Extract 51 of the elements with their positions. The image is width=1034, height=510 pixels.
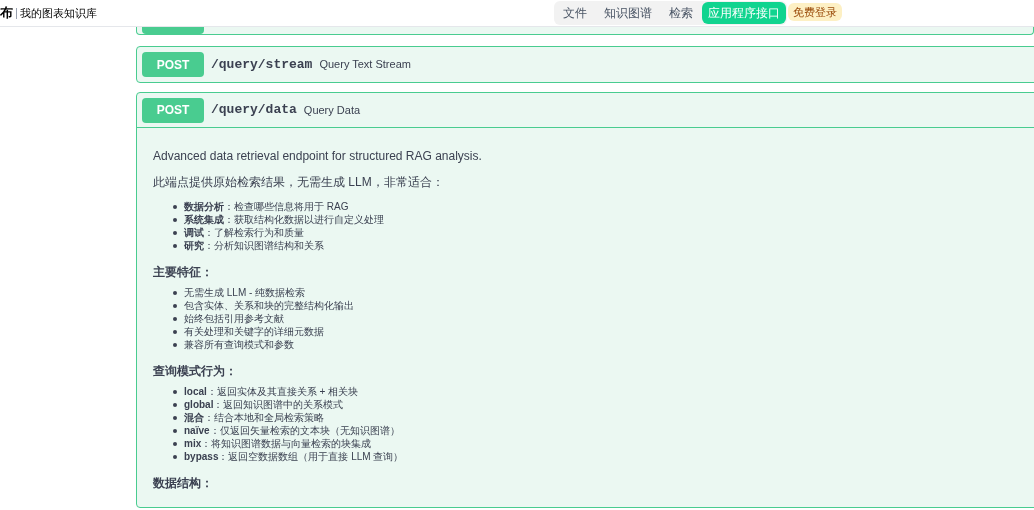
list-item-text: 包含实体、关系和块的完整结构化输出 bbox=[184, 299, 354, 312]
list-item-text: mix：将知识图谱数据与向量检索的块集成 bbox=[184, 437, 372, 450]
description-text: Advanced data retrieval endpoint for structured RAG analysis. bbox=[153, 148, 483, 164]
endpoint-summary: Query Data bbox=[303, 102, 361, 118]
bullet-icon bbox=[173, 454, 177, 459]
list-item-text: 数据分析：检查哪些信息将用于 RAG bbox=[184, 200, 349, 213]
list-item-text: 研究：分析知识图谱结构和关系 bbox=[184, 239, 324, 252]
list-item-text: 混合：结合本地和全局检索策略 bbox=[184, 411, 324, 424]
method-badge: POST bbox=[142, 97, 204, 123]
section-heading: 主要特征： bbox=[153, 264, 214, 280]
list-item-text: 兼容所有查询模式和参数 bbox=[184, 338, 294, 351]
bullet-icon bbox=[173, 415, 177, 420]
nav-tab[interactable]: 检索 bbox=[661, 2, 701, 24]
nav-tab[interactable]: 文件 bbox=[555, 2, 595, 24]
bullet-icon bbox=[173, 389, 177, 394]
section-heading: 数据结构： bbox=[153, 475, 214, 491]
list-item-text: bypass：返回空数据数组（用于直接 LLM 查询） bbox=[184, 450, 404, 463]
bullet-icon bbox=[173, 290, 177, 295]
list-item-text: 系统集成：获取结构化数据以进行自定义处理 bbox=[184, 213, 384, 226]
endpoint-path: /query/data bbox=[211, 101, 297, 120]
list-item-text: 始终包括引用参考文献 bbox=[184, 312, 284, 325]
endpoint-summary: Query Text Stream bbox=[319, 57, 411, 73]
endpoint-path: /query/stream bbox=[211, 55, 313, 74]
bullet-icon bbox=[173, 217, 177, 222]
app-logo[interactable]: 布 bbox=[0, 3, 13, 23]
nav-tab[interactable]: 知识图谱 bbox=[596, 2, 660, 24]
description-text: 此端点提供原始检索结果，无需生成 LLM，非常适合： bbox=[153, 174, 445, 190]
list-item-text: 无需生成 LLM - 纯数据检索 bbox=[184, 286, 306, 299]
workspace-name: 我的图表知识库 bbox=[20, 5, 97, 21]
bullet-icon bbox=[173, 402, 177, 407]
login-button[interactable]: 免费登录 bbox=[788, 3, 842, 21]
method-badge bbox=[142, 27, 204, 34]
bullet-icon bbox=[173, 342, 177, 347]
section-heading: 查询模式行为： bbox=[153, 363, 238, 379]
bullet-icon bbox=[173, 441, 177, 446]
bullet-icon bbox=[173, 428, 177, 433]
operation-summary[interactable]: POST /query/stream Query Text Stream bbox=[137, 47, 1034, 82]
bullet-icon bbox=[173, 303, 177, 308]
list-item-text: naïve：仅返回矢量检索的文本块（无知识图谱） bbox=[184, 424, 400, 437]
operation-summary[interactable]: POST /query/data Query Data bbox=[137, 93, 1034, 128]
bullet-icon bbox=[173, 329, 177, 334]
list-item-text: 调试：了解检索行为和质量 bbox=[184, 226, 304, 239]
bullet-icon bbox=[173, 243, 177, 248]
bullet-icon bbox=[173, 230, 177, 235]
bullet-icon bbox=[173, 204, 177, 209]
operation-block[interactable] bbox=[136, 27, 1034, 35]
bullet-icon bbox=[173, 316, 177, 321]
list-item-text: global：返回知识图谱中的关系模式 bbox=[184, 398, 344, 411]
list-item-text: 有关处理和关键字的详细元数据 bbox=[184, 325, 324, 338]
method-badge: POST bbox=[142, 52, 204, 77]
list-item-text: local：返回实体及其直接关系 + 相关块 bbox=[184, 385, 359, 398]
